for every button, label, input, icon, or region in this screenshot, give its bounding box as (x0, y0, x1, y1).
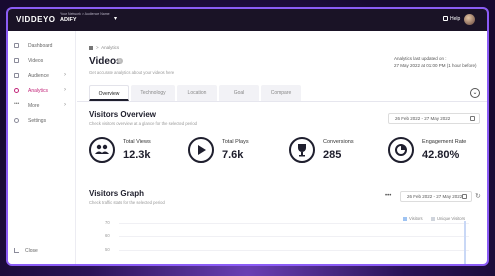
overview-date-range[interactable]: 26 Feb 2022 - 27 May 2022 (388, 113, 480, 124)
page-subtitle: Get accurate analytics about your videos… (89, 70, 175, 75)
help-label: Help (450, 16, 461, 22)
metric-conversions: Conversions 285 (289, 137, 384, 169)
top-bar: VIDDEYO Your Network > Audience Name ADI… (8, 9, 487, 31)
sidebar-item-analytics[interactable]: Analytics › (8, 86, 76, 96)
trophy-icon (289, 137, 315, 163)
last-updated-label: Analytics last updated on : (394, 56, 447, 61)
tab-compare[interactable]: Compare (261, 85, 301, 101)
main-content: > Analytics Videos i Get accurate analyt… (77, 31, 487, 264)
legend-label: Unique Visitors (437, 216, 466, 221)
account-name: ADIFY (60, 17, 77, 23)
breadcrumb: > Analytics (89, 45, 119, 50)
sidebar-item-label: Dashboard (28, 43, 53, 49)
graph-subtitle: Check traffic stats for the selected per… (89, 200, 165, 205)
metric-value: 42.80% (422, 149, 460, 161)
metric-label: Engagement Rate (422, 139, 467, 145)
help-icon (443, 16, 448, 21)
last-updated: Analytics last updated on : 27 May 2022 … (394, 55, 477, 69)
breadcrumb-current[interactable]: Analytics (101, 45, 119, 50)
graph-title: Visitors Graph (89, 189, 144, 198)
more-icon: ••• (14, 101, 20, 107)
chevron-right-icon: › (64, 87, 66, 93)
sidebar-item-label: Videos (28, 58, 44, 64)
chevron-right-icon: › (64, 102, 66, 108)
home-icon[interactable] (89, 45, 93, 50)
calendar-icon (462, 194, 467, 199)
app-logo: VIDDEYO (16, 15, 56, 24)
overview-date-text: 26 Feb 2022 - 27 May 2022 (395, 116, 451, 121)
legend-visitors[interactable]: Visitors (403, 216, 423, 221)
legend-swatch (431, 216, 435, 221)
graph-date-text: 26 Feb 2022 - 27 May 2022 (407, 194, 463, 199)
refresh-icon[interactable]: ↻ (475, 192, 481, 200)
y-tick-label: 50 (105, 247, 110, 252)
sidebar-item-label: Settings (28, 118, 47, 124)
app-window: VIDDEYO Your Network > Audience Name ADI… (8, 9, 487, 264)
tab-location[interactable]: Location (177, 85, 217, 101)
legend-unique-visitors[interactable]: Unique Visitors (431, 216, 465, 221)
sidebar-item-label: Audience (28, 73, 49, 79)
close-label: Close (25, 248, 38, 254)
sidebar-item-audience[interactable]: Audience › (8, 71, 76, 81)
video-icon (14, 58, 19, 63)
legend-label: Visitors (409, 216, 423, 221)
overview-title: Visitors Overview (89, 110, 156, 119)
y-tick-label: 60 (105, 233, 110, 238)
metric-label: Total Views (123, 139, 151, 145)
sidebar-item-videos[interactable]: Videos (8, 56, 76, 66)
metric-total-plays: Total Plays 7.6k (188, 137, 283, 169)
sidebar-item-label: More (28, 103, 40, 109)
metric-value: 7.6k (222, 149, 244, 161)
help-button[interactable]: Help (443, 16, 460, 22)
dashboard-icon (14, 43, 19, 48)
overview-subtitle: Check visitors overview at a glance for … (89, 121, 197, 126)
tab-goal[interactable]: Goal (219, 85, 259, 101)
chevron-down-icon[interactable]: ⌄ (470, 88, 480, 98)
analytics-icon (14, 88, 19, 93)
visitors-series (464, 221, 466, 264)
gridline (119, 250, 469, 251)
avatar[interactable] (464, 14, 475, 25)
last-updated-value: 27 May 2022 at 01:00 PM (1 hour before) (394, 63, 477, 68)
chevron-right-icon: › (64, 72, 66, 78)
y-tick-label: 70 (105, 220, 110, 225)
chevron-down-icon[interactable]: ▾ (114, 15, 117, 22)
sidebar-item-dashboard[interactable]: Dashboard (8, 41, 76, 51)
metric-value: 285 (323, 149, 342, 161)
metric-value: 12.3k (123, 149, 151, 161)
metric-label: Total Plays (222, 139, 249, 145)
metric-label: Conversions (323, 139, 354, 145)
settings-icon (14, 118, 19, 123)
account-subtitle: Your Network > Audience Name (60, 12, 110, 16)
audience-icon (14, 73, 19, 78)
tab-divider (77, 101, 487, 102)
tab-technology[interactable]: Technology (131, 85, 175, 101)
graph-date-range[interactable]: 26 Feb 2022 - 27 May 2022 (400, 191, 472, 202)
legend-swatch (403, 216, 407, 221)
info-icon[interactable]: i (117, 58, 123, 64)
sidebar-item-more[interactable]: ••• More › (8, 101, 76, 111)
gridline (119, 223, 469, 224)
calendar-icon (470, 116, 475, 121)
more-options-icon[interactable]: ••• (385, 193, 391, 199)
sidebar-close-button[interactable]: Close (14, 248, 38, 254)
metric-engagement-rate: Engagement Rate 42.80% (388, 137, 483, 169)
sidebar: Dashboard Videos Audience › Analytics › … (8, 31, 76, 264)
play-icon (188, 137, 214, 163)
metric-total-views: Total Views 12.3k (89, 137, 184, 169)
users-icon (89, 137, 115, 163)
pie-icon (388, 137, 414, 163)
tab-overview[interactable]: Overview (89, 85, 129, 101)
gridline (119, 236, 469, 237)
sidebar-item-label: Analytics (28, 88, 49, 94)
collapse-icon (14, 248, 19, 253)
account-switcher[interactable]: Your Network > Audience Name ADIFY (60, 12, 110, 23)
sidebar-item-settings[interactable]: Settings (8, 116, 76, 126)
